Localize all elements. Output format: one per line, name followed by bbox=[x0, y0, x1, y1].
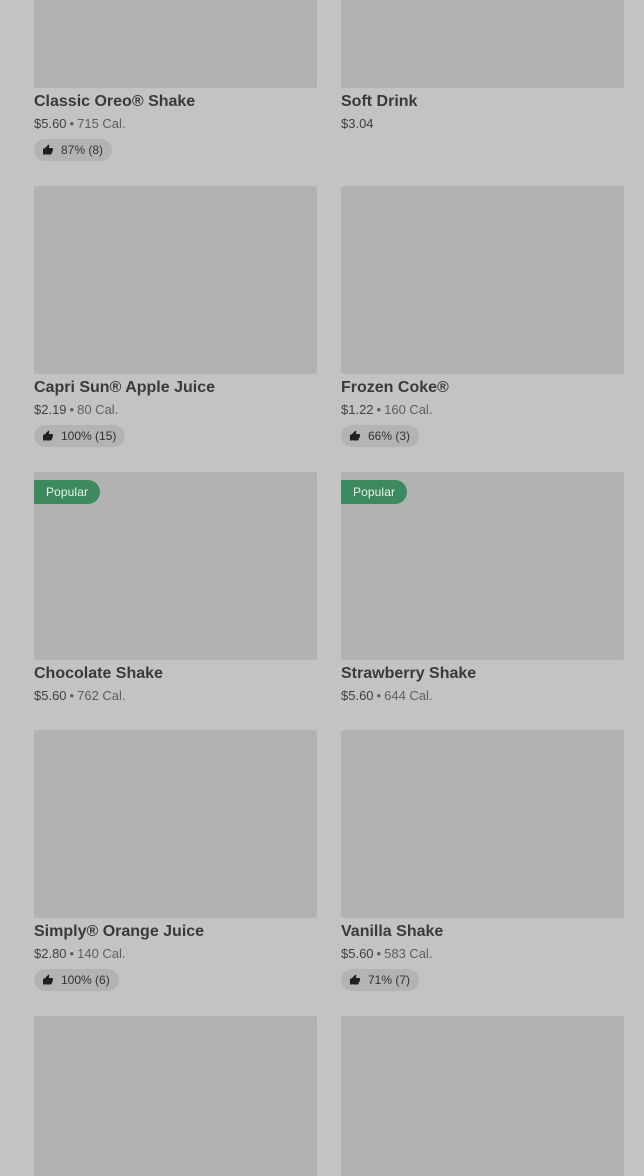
thumbs-up-icon bbox=[350, 974, 360, 985]
rating-text: 87% (8) bbox=[61, 143, 104, 157]
item-title: Classic Oreo® Shake bbox=[34, 93, 196, 110]
item-meta: $2.19 • 80 Cal. bbox=[34, 401, 317, 419]
thumbs-up-icon bbox=[350, 430, 360, 441]
item-price: $3.04 bbox=[341, 116, 374, 131]
separator-dot: • bbox=[376, 402, 382, 417]
item-meta: $5.60 • 715 Cal. bbox=[34, 115, 317, 133]
item-price: $1.22 bbox=[341, 402, 374, 417]
menu-item-card[interactable]: Vanilla Shake $5.60 • 583 Cal. 71% (7) bbox=[341, 730, 624, 991]
item-image[interactable] bbox=[341, 730, 624, 918]
rating-text: 66% (3) bbox=[368, 429, 411, 443]
menu-item-card[interactable]: Popular Strawberry Shake $5.60 • 644 Cal. bbox=[341, 472, 624, 705]
separator-dot: • bbox=[69, 116, 75, 131]
item-image[interactable] bbox=[34, 186, 317, 374]
rating-pill: 100% (15) bbox=[34, 425, 126, 447]
item-calories: 644 Cal. bbox=[384, 688, 433, 703]
item-price: $2.80 bbox=[34, 946, 67, 961]
item-title: Strawberry Shake bbox=[341, 665, 477, 682]
item-image[interactable] bbox=[341, 1016, 624, 1176]
item-calories: 140 Cal. bbox=[77, 946, 126, 961]
item-title: Soft Drink bbox=[341, 93, 418, 110]
menu-item-card[interactable]: Simply® Orange Juice $2.80 • 140 Cal. 100%… bbox=[34, 730, 317, 991]
item-image[interactable]: Popular bbox=[341, 472, 624, 660]
item-meta: $5.60 • 762 Cal. bbox=[34, 687, 317, 705]
item-meta: $5.60 • 583 Cal. bbox=[341, 945, 624, 963]
item-image[interactable]: Popular bbox=[34, 472, 317, 660]
rating-pill: 66% (3) bbox=[341, 425, 420, 447]
item-meta: $3.04 bbox=[341, 115, 624, 133]
item-image[interactable] bbox=[341, 186, 624, 374]
rating-text: 100% (15) bbox=[61, 429, 117, 443]
item-title: Vanilla Shake bbox=[341, 923, 444, 940]
thumbs-up-icon bbox=[43, 974, 53, 985]
menu-item-card[interactable]: Soft Drink $3.04 bbox=[341, 0, 624, 133]
rating-text: 100% (6) bbox=[61, 973, 110, 987]
item-title: Simply® Orange Juice bbox=[34, 923, 205, 940]
separator-dot: • bbox=[69, 402, 75, 417]
menu-item-card[interactable]: Popular Chocolate Shake $5.60 • 762 Cal. bbox=[34, 472, 317, 705]
item-meta: $5.60 • 644 Cal. bbox=[341, 687, 624, 705]
item-title: Frozen Coke® bbox=[341, 379, 449, 396]
rating-pill: 100% (6) bbox=[34, 969, 119, 991]
menu-item-card[interactable]: Classic Oreo® Shake $5.60 • 715 Cal. 87% (… bbox=[34, 0, 317, 161]
item-calories: 583 Cal. bbox=[384, 946, 433, 961]
separator-dot: • bbox=[69, 946, 75, 961]
thumbs-up-icon bbox=[43, 430, 53, 441]
popular-badge: Popular bbox=[34, 480, 101, 504]
rating-text: 71% (7) bbox=[368, 973, 411, 987]
menu-item-card[interactable]: Capri Sun® Apple Juice $2.19 • 80 Cal. 100… bbox=[34, 186, 317, 447]
separator-dot: • bbox=[376, 688, 382, 703]
item-title: Chocolate Shake bbox=[34, 665, 163, 682]
item-image[interactable] bbox=[34, 0, 317, 88]
separator-dot: • bbox=[376, 946, 382, 961]
thumbs-up-icon bbox=[43, 144, 53, 155]
menu-item-card[interactable]: Frozen Coke® $1.22 • 160 Cal. 66% (3) bbox=[341, 186, 624, 447]
rating-pill: 87% (8) bbox=[34, 139, 113, 161]
item-price: $5.60 bbox=[34, 688, 67, 703]
popular-badge: Popular bbox=[341, 480, 408, 504]
separator-dot: • bbox=[69, 688, 75, 703]
item-meta: $2.80 • 140 Cal. bbox=[34, 945, 317, 963]
menu-item-card[interactable] bbox=[341, 1016, 624, 1176]
item-image[interactable] bbox=[34, 730, 317, 918]
item-title: Capri Sun® Apple Juice bbox=[34, 379, 216, 396]
item-price: $5.60 bbox=[341, 688, 374, 703]
rating-pill: 71% (7) bbox=[341, 969, 420, 991]
item-calories: 80 Cal. bbox=[77, 402, 119, 417]
item-price: $2.19 bbox=[34, 402, 67, 417]
item-price: $5.60 bbox=[341, 946, 374, 961]
item-calories: 762 Cal. bbox=[77, 688, 126, 703]
item-image[interactable] bbox=[34, 1016, 317, 1176]
item-price: $5.60 bbox=[34, 116, 67, 131]
item-calories: 160 Cal. bbox=[384, 402, 433, 417]
menu-item-grid: Classic Oreo® Shake $5.60 • 715 Cal. 87% (… bbox=[0, 0, 644, 1176]
item-calories: 715 Cal. bbox=[77, 116, 126, 131]
item-meta: $1.22 • 160 Cal. bbox=[341, 401, 624, 419]
menu-item-card[interactable] bbox=[34, 1016, 317, 1176]
item-image[interactable] bbox=[341, 0, 624, 88]
